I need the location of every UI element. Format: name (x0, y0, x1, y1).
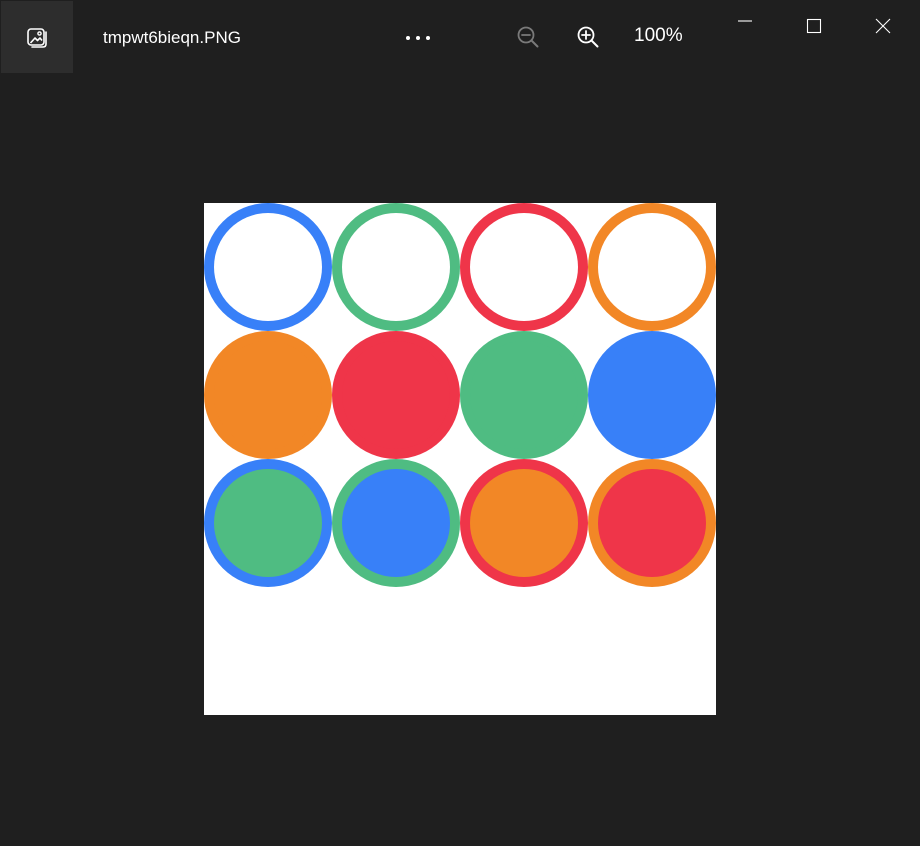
circle-fill (598, 469, 706, 577)
zoom-out-icon (517, 26, 539, 48)
zoom-out-button[interactable] (515, 24, 541, 50)
circle-fill (470, 341, 578, 449)
image-canvas (204, 203, 716, 715)
more-options-icon (406, 36, 430, 40)
more-options-button[interactable] (397, 25, 439, 51)
title-bar: tmpwt6bieqn.PNG 100% (0, 0, 920, 73)
zoom-level-button[interactable]: 100% (634, 25, 683, 47)
maximize-button[interactable] (790, 4, 838, 48)
zoom-in-button[interactable] (575, 24, 601, 50)
circle-fill (470, 469, 578, 577)
app-icon-button[interactable] (1, 1, 73, 73)
close-button[interactable] (859, 4, 907, 48)
circle-fill (214, 469, 322, 577)
circle-fill (470, 213, 578, 321)
minimize-icon (738, 20, 752, 22)
circle-fill (598, 213, 706, 321)
file-name-title: tmpwt6bieqn.PNG (103, 28, 241, 47)
circle-fill (342, 213, 450, 321)
circle-grid-image (204, 203, 716, 587)
close-icon (875, 18, 891, 34)
circle-fill (598, 341, 706, 449)
photos-app-icon (27, 28, 47, 48)
minimize-button[interactable] (721, 4, 769, 48)
circle-fill (342, 341, 450, 449)
circle-fill (214, 341, 322, 449)
zoom-in-icon (577, 26, 599, 48)
image-viewer-window: tmpwt6bieqn.PNG 100% (0, 0, 920, 846)
circle-fill (214, 213, 322, 321)
circle-fill (342, 469, 450, 577)
maximize-icon (806, 18, 822, 34)
